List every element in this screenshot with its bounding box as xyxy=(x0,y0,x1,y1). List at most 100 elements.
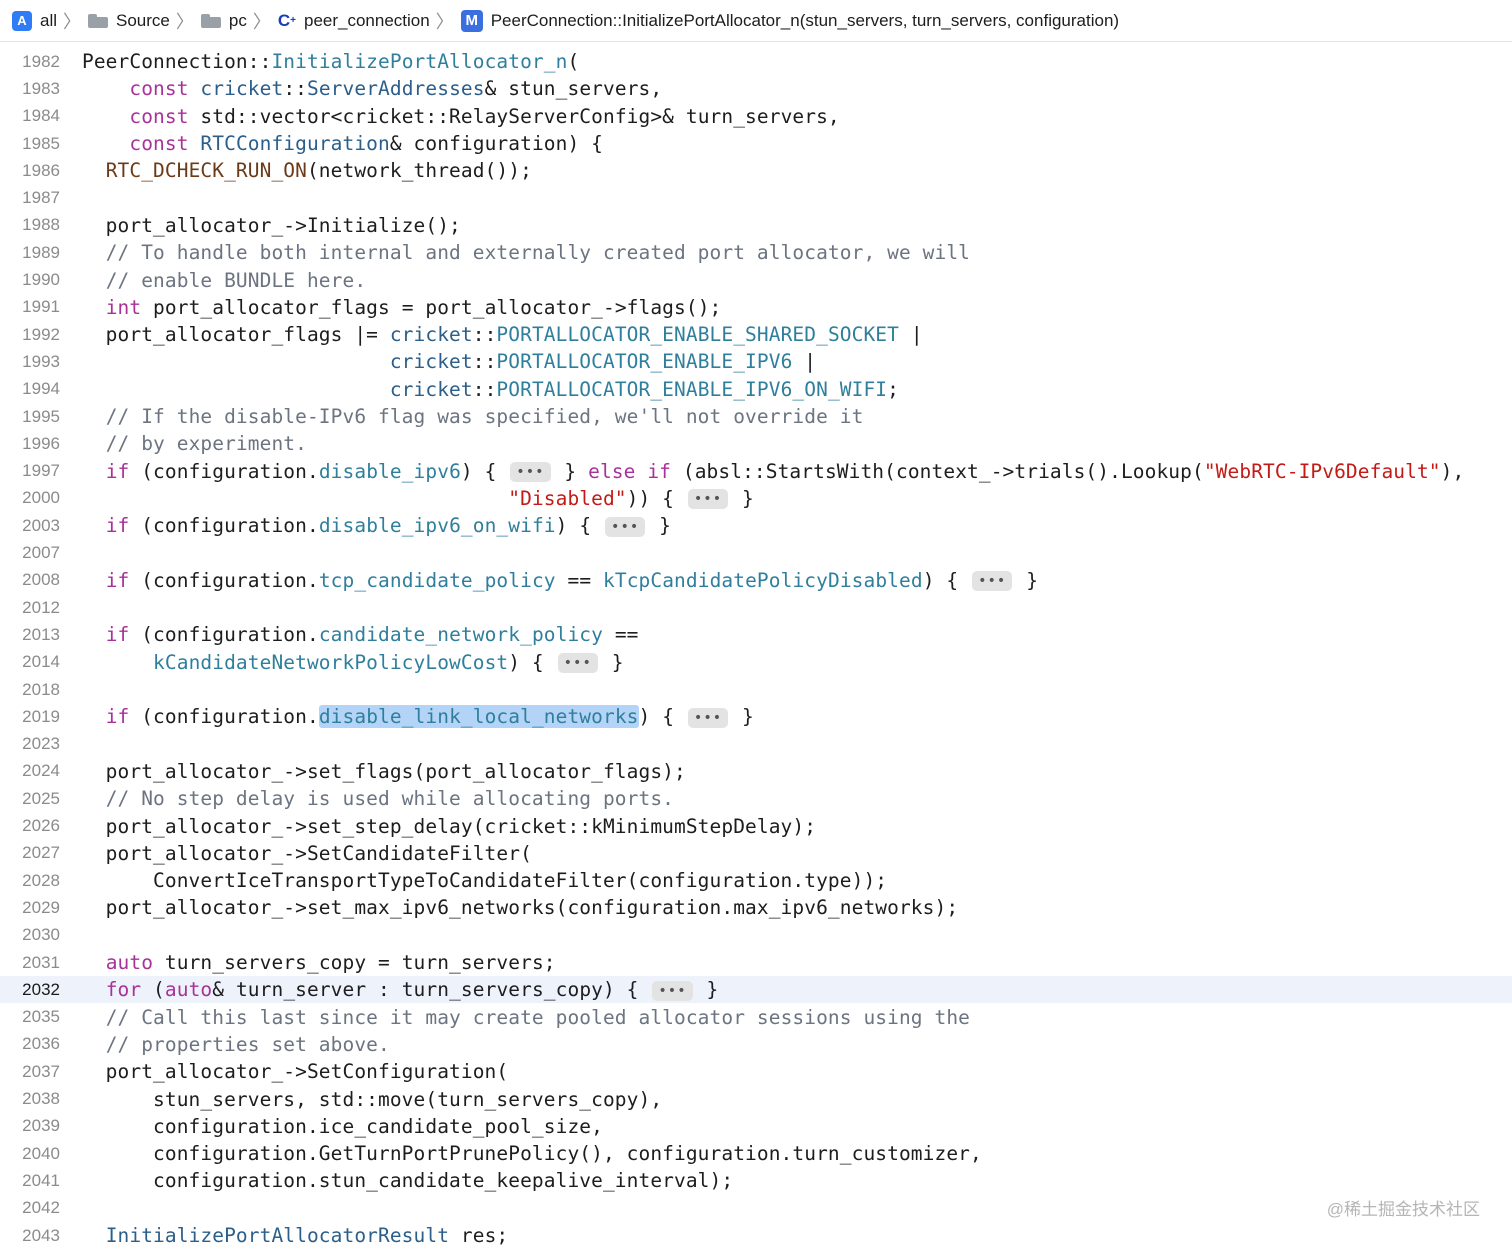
code-line[interactable]: 1984 const std::vector<cricket::RelaySer… xyxy=(0,103,1512,130)
code-line[interactable]: 1986 RTC_DCHECK_RUN_ON(network_thread())… xyxy=(0,157,1512,184)
code-line[interactable]: 1994 cricket::PORTALLOCATOR_ENABLE_IPV6_… xyxy=(0,376,1512,403)
line-number: 1993 xyxy=(22,351,60,371)
code-line[interactable]: 2037 port_allocator_->SetConfiguration( xyxy=(0,1058,1512,1085)
code-line[interactable]: 1983 const cricket::ServerAddresses& stu… xyxy=(0,75,1512,102)
chevron-right-icon: 〉 xyxy=(63,11,82,32)
code-line[interactable]: 2019 if (configuration.disable_link_loca… xyxy=(0,703,1512,730)
line-number: 1985 xyxy=(22,133,60,153)
line-number: 1986 xyxy=(22,160,60,180)
app-icon: A xyxy=(12,10,32,31)
code-text: port_allocator_flags |= cricket::PORTALL… xyxy=(82,323,923,347)
code-line[interactable]: 1993 cricket::PORTALLOCATOR_ENABLE_IPV6 … xyxy=(0,348,1512,375)
line-number: 2018 xyxy=(22,679,60,699)
code-line[interactable]: 2023 xyxy=(0,731,1512,758)
code-line[interactable]: 1988 port_allocator_->Initialize(); xyxy=(0,212,1512,239)
code-line[interactable]: 2000 "Disabled")) { ••• } xyxy=(0,485,1512,512)
line-number: 1990 xyxy=(22,270,60,290)
code-line[interactable]: 1982 PeerConnection::InitializePortAlloca… xyxy=(0,48,1512,75)
code-line[interactable]: 1992 port_allocator_flags |= cricket::PO… xyxy=(0,321,1512,348)
code-line[interactable]: 1989 // To handle both internal and exte… xyxy=(0,239,1512,266)
breadcrumb-item-source[interactable]: Source xyxy=(88,11,170,31)
line-number: 2007 xyxy=(22,543,60,563)
code-text: port_allocator_->set_max_ipv6_networks(c… xyxy=(82,896,959,920)
breadcrumb-item-all[interactable]: A all xyxy=(12,10,58,31)
code-text: port_allocator_->Initialize(); xyxy=(82,213,461,237)
code-line[interactable]: 2014 kCandidateNetworkPolicyLowCost) { •… xyxy=(0,649,1512,676)
code-line[interactable]: 2024 port_allocator_->set_flags(port_all… xyxy=(0,758,1512,785)
code-line[interactable]: 2039 configuration.ice_candidate_pool_si… xyxy=(0,1113,1512,1140)
code-line[interactable]: 1987 xyxy=(0,185,1512,212)
code-text: if (configuration.candidate_network_poli… xyxy=(105,623,639,647)
code-line[interactable]: 1997 if (configuration.disable_ipv6) { •… xyxy=(0,458,1512,485)
chevron-right-icon: 〉 xyxy=(175,11,194,32)
code-line[interactable]: 2025 // No step delay is used while allo… xyxy=(0,785,1512,812)
line-number: 2039 xyxy=(22,1116,60,1136)
line-number: 1987 xyxy=(22,188,60,208)
breadcrumb-item-pc[interactable]: pc xyxy=(200,10,247,31)
code-line[interactable]: 2038 stun_servers, std::move(turn_server… xyxy=(0,1085,1512,1112)
code-line[interactable]: 2028 ConvertIceTransportTypeToCandidateF… xyxy=(0,867,1512,894)
cpp-file-icon: C + xyxy=(277,10,296,30)
code-line[interactable]: 1995 // If the disable-IPv6 flag was spe… xyxy=(0,403,1512,430)
code-text: RTC_DCHECK_RUN_ON(network_thread()); xyxy=(105,159,532,183)
code-line[interactable]: 2032 for (auto& turn_server : turn_serve… xyxy=(0,976,1512,1004)
breadcrumb-label: all xyxy=(40,10,58,30)
code-line[interactable]: 2008 if (configuration.tcp_candidate_pol… xyxy=(0,567,1512,594)
breadcrumb: A all 〉 Source 〉 pc 〉 C + peer_connection… xyxy=(0,0,1512,42)
code-line[interactable]: 1985 const RTCConfiguration& configurati… xyxy=(0,130,1512,157)
breadcrumb-label: PeerConnection::InitializePortAllocator_… xyxy=(490,10,1120,30)
line-number: 2043 xyxy=(22,1225,60,1245)
breadcrumb-label: pc xyxy=(228,10,247,30)
folder-icon xyxy=(200,13,221,28)
code-line[interactable]: 2030 xyxy=(0,922,1512,949)
code-line[interactable]: 2036 // properties set above. xyxy=(0,1031,1512,1058)
code-line[interactable]: 2013 if (configuration.candidate_network… xyxy=(0,621,1512,648)
code-line[interactable]: 2003 if (configuration.disable_ipv6_on_w… xyxy=(0,512,1512,539)
code-line[interactable]: 1990 // enable BUNDLE here. xyxy=(0,266,1512,293)
line-number: 2013 xyxy=(22,624,60,644)
line-number: 1982 xyxy=(22,51,60,71)
folded-code-button[interactable]: ••• xyxy=(510,462,551,483)
folder-icon xyxy=(88,13,109,28)
code-text: cricket::PORTALLOCATOR_ENABLE_IPV6 | xyxy=(389,350,817,374)
line-number: 2041 xyxy=(22,1170,60,1190)
code-editor[interactable]: 1982 PeerConnection::InitializePortAlloca… xyxy=(0,48,1512,1248)
code-text: port_allocator_->SetConfiguration( xyxy=(82,1060,509,1084)
code-line[interactable]: 1996 // by experiment. xyxy=(0,430,1512,457)
code-text: // To handle both internal and externall… xyxy=(105,241,971,265)
line-number: 2012 xyxy=(22,597,60,617)
line-number: 1995 xyxy=(22,406,60,426)
code-line[interactable]: 2026 port_allocator_->set_step_delay(cri… xyxy=(0,812,1512,839)
chevron-right-icon: 〉 xyxy=(252,11,271,32)
folded-code-button[interactable]: ••• xyxy=(557,653,598,674)
code-line[interactable]: 2029 port_allocator_->set_max_ipv6_netwo… xyxy=(0,894,1512,921)
code-text: auto turn_servers_copy = turn_servers; xyxy=(105,951,556,975)
code-line[interactable]: 2043 InitializePortAllocatorResult res; xyxy=(0,1222,1512,1249)
folded-code-button[interactable]: ••• xyxy=(972,571,1013,592)
folded-code-button[interactable]: ••• xyxy=(652,980,693,1001)
code-line[interactable]: 2007 xyxy=(0,539,1512,566)
breadcrumb-item-method[interactable]: M PeerConnection::InitializePortAllocato… xyxy=(460,9,1120,32)
code-text: // enable BUNDLE here. xyxy=(105,268,367,292)
code-line[interactable]: 2042 xyxy=(0,1195,1512,1222)
code-text: port_allocator_->set_step_delay(cricket:… xyxy=(82,814,817,838)
breadcrumb-item-file[interactable]: C + peer_connection xyxy=(278,11,430,31)
folded-code-button[interactable]: ••• xyxy=(687,707,729,728)
code-line[interactable]: 2035 // Call this last since it may crea… xyxy=(0,1004,1512,1031)
folded-code-button[interactable]: ••• xyxy=(605,516,646,537)
code-line[interactable]: 2031 auto turn_servers_copy = turn_serve… xyxy=(0,949,1512,976)
code-line[interactable]: 2027 port_allocator_->SetCandidateFilter… xyxy=(0,840,1512,867)
code-line[interactable]: 1991 int port_allocator_flags = port_all… xyxy=(0,294,1512,321)
line-number: 1991 xyxy=(22,297,60,317)
code-line[interactable]: 2012 xyxy=(0,594,1512,621)
code-text: port_allocator_->SetCandidateFilter( xyxy=(82,841,532,865)
code-text: InitializePortAllocatorResult res; xyxy=(105,1224,509,1248)
line-number: 2029 xyxy=(22,897,60,917)
code-line[interactable]: 2018 xyxy=(0,676,1512,703)
folded-code-button[interactable]: ••• xyxy=(687,489,729,510)
code-line[interactable]: 2040 configuration.GetTurnPortPrunePolic… xyxy=(0,1140,1512,1167)
code-text: for (auto& turn_server : turn_servers_co… xyxy=(105,978,719,1002)
code-text: cricket::PORTALLOCATOR_ENABLE_IPV6_ON_WI… xyxy=(389,377,899,401)
code-text: // Call this last since it may create po… xyxy=(105,1005,971,1029)
code-line[interactable]: 2041 configuration.stun_candidate_keepal… xyxy=(0,1167,1512,1194)
